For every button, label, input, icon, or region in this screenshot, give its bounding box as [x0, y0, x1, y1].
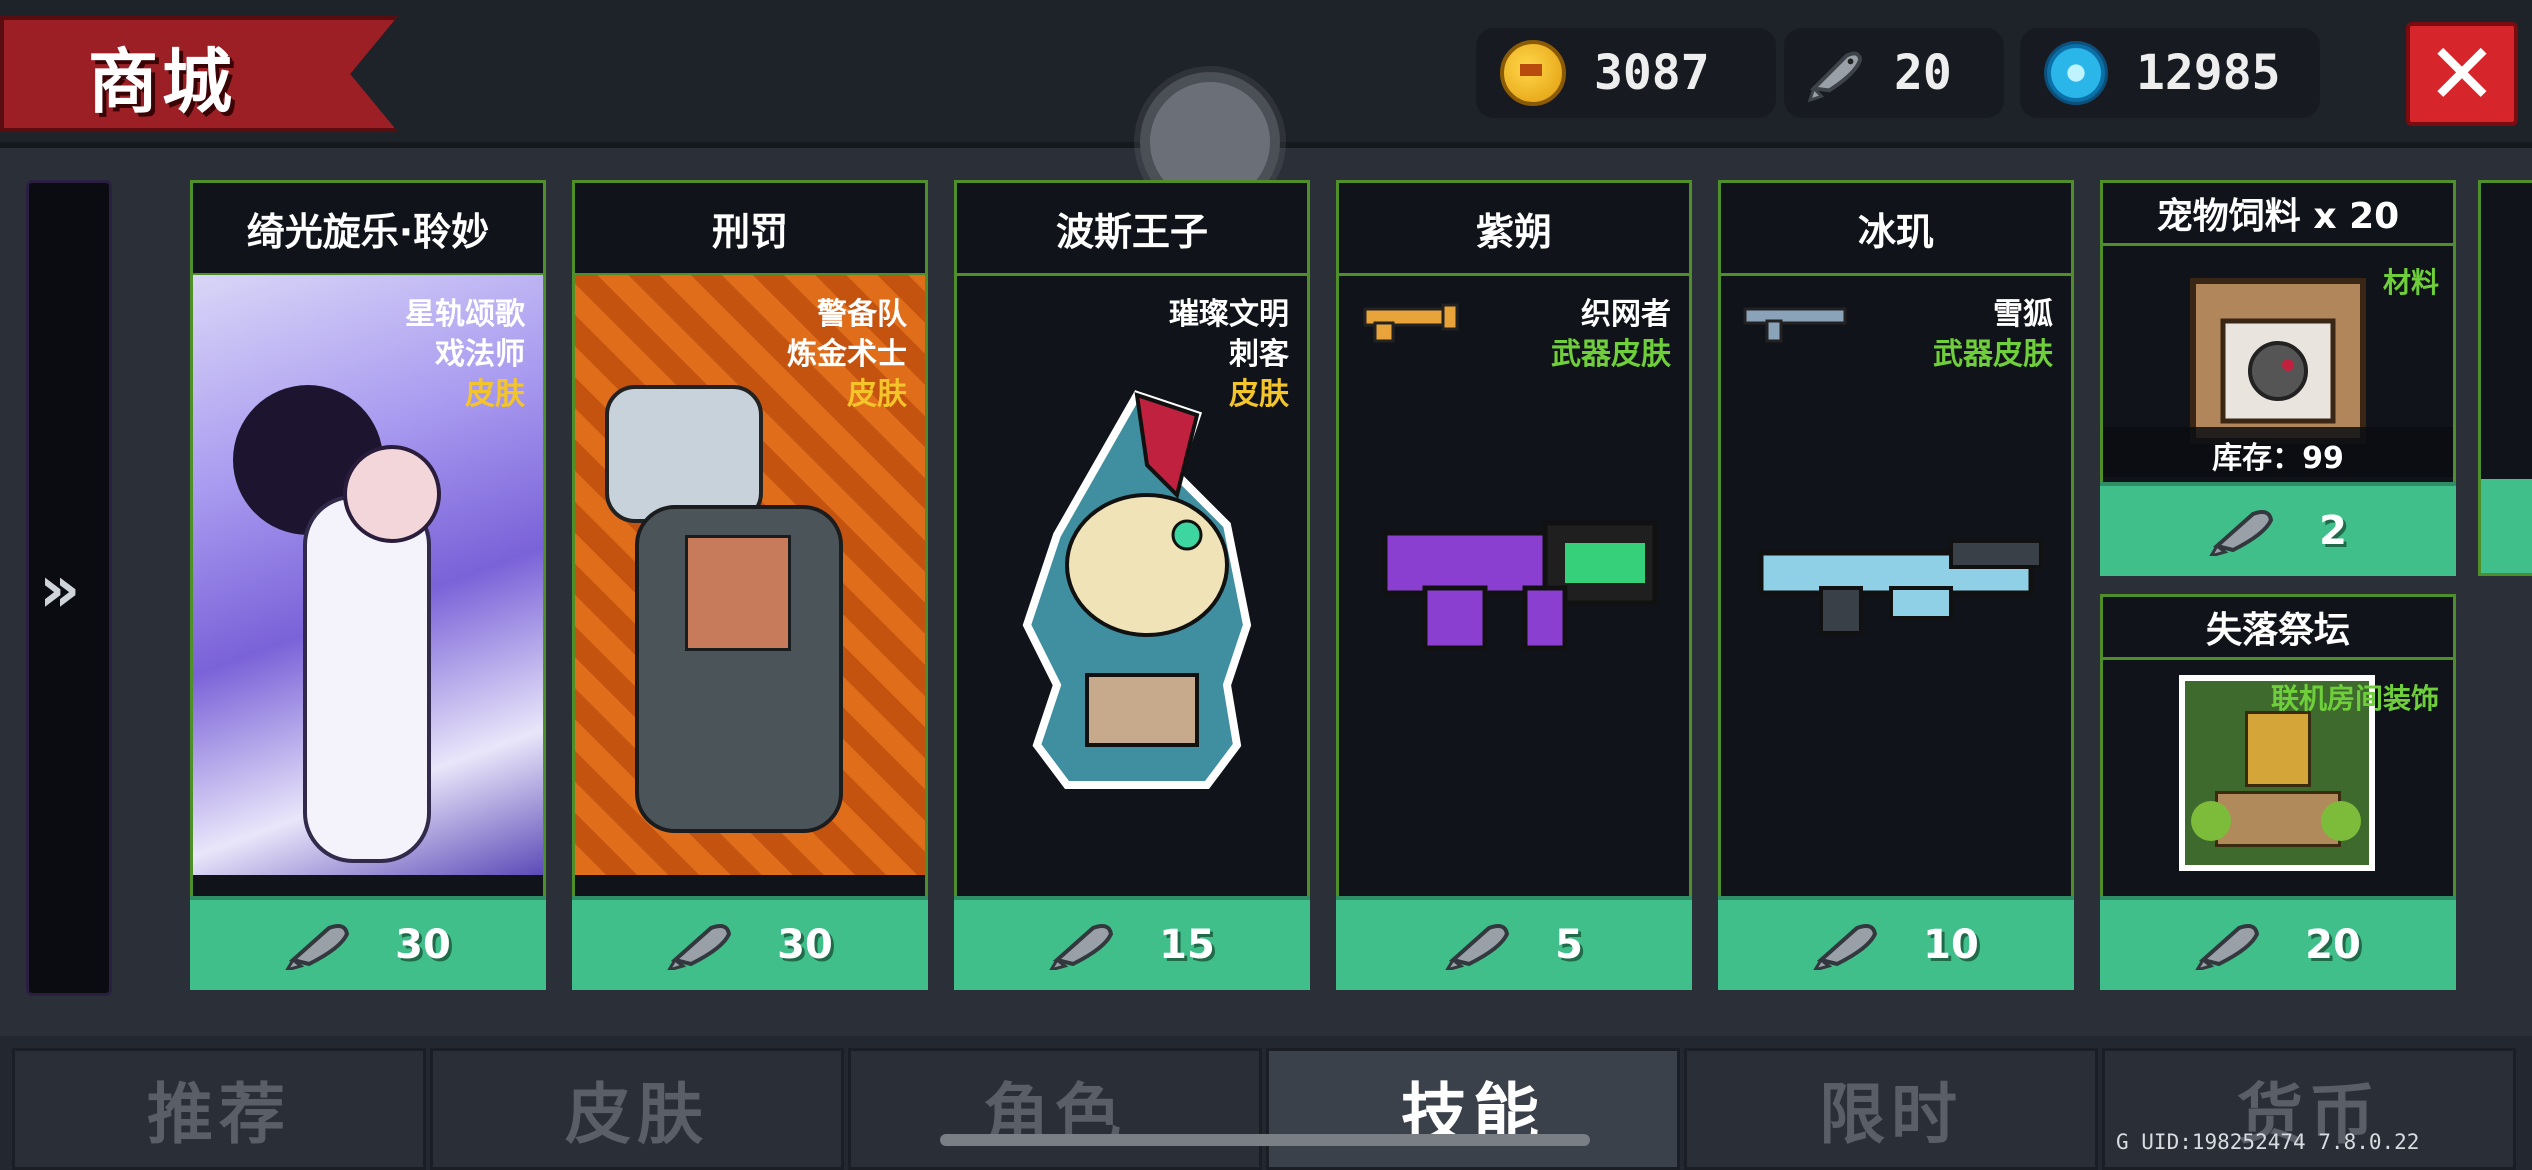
card-tag: 雪狐 [1993, 297, 2053, 332]
small-gun-icon [1743, 307, 1847, 343]
prince-sprite [1022, 390, 1252, 789]
gem-value: 12985 [2136, 45, 2281, 101]
price-button[interactable]: 30 [190, 896, 546, 990]
price-button[interactable]: 10 [1718, 896, 2074, 990]
gold-value: 3087 [1594, 45, 1710, 101]
price-value: 2 [2319, 508, 2347, 554]
close-button[interactable]: ✕ [2406, 22, 2518, 126]
fish-icon [2209, 510, 2274, 556]
fish-icon [2195, 924, 2260, 970]
shop-card-small[interactable]: 失落祭坛 联机房间装饰 20 [2100, 594, 2456, 990]
price-button[interactable]: 20 [2100, 896, 2456, 990]
scroll-left-rail[interactable]: » [26, 180, 112, 996]
card-title: 宠物饲料 x 20 [2103, 183, 2453, 246]
fish-icon [1049, 924, 1114, 970]
fish-currency: 20 [1784, 28, 2004, 118]
card-tags: 星轨颂歌 戏法师 皮肤 [405, 295, 525, 415]
shop-card[interactable]: 波斯王子 璀璨文明 刺客 皮肤 15 [954, 180, 1310, 990]
double-chevron-icon: » [39, 553, 81, 627]
card-type: 皮肤 [465, 377, 525, 412]
card-type: 材料 [2382, 266, 2439, 299]
price-value: 5 [1555, 922, 1583, 968]
shop-card[interactable]: 刑罚 警备队 炼金术士 皮肤 30 [572, 180, 928, 990]
card-title: 冰玑 [1721, 183, 2071, 276]
stock-label: 库存：99 [2212, 441, 2344, 476]
price-button[interactable]: 2 [2100, 482, 2456, 576]
card-tag: 星轨颂歌 [405, 297, 525, 332]
price-value: 15 [1159, 922, 1215, 968]
gold-currency: 3087 [1476, 28, 1776, 118]
fish-icon [667, 924, 732, 970]
card-type: 联机房间装饰 [2270, 682, 2439, 715]
ice-gun-sprite [1758, 539, 2043, 635]
card-tags: 织网者 武器皮肤 [1551, 295, 1671, 375]
shop-card[interactable]: 冰玑 雪狐 武器皮肤 10 [1718, 180, 2074, 990]
fish-value: 20 [1894, 45, 1952, 101]
card-type: 皮肤 [1229, 377, 1289, 412]
gem-currency: 12985 [2020, 28, 2320, 118]
purple-gun-sprite [1382, 520, 1658, 651]
card-tag: 织网者 [1581, 297, 1671, 332]
tab-skins[interactable]: 皮肤 [430, 1048, 844, 1170]
fish-icon [1445, 924, 1510, 970]
page-title: 商城 [88, 41, 236, 123]
blue-gem-icon [2044, 41, 2108, 105]
small-gun-icon [1363, 303, 1459, 343]
card-tag: 戏法师 [435, 337, 525, 372]
fish-icon [1808, 51, 1863, 102]
pet-food-bag-icon [2190, 278, 2366, 444]
fish-icon [1813, 924, 1878, 970]
card-title: 刑罚 [575, 183, 925, 276]
shop-card[interactable]: 绮光旋乐·聆妙 星轨颂歌 戏法师 皮肤 30 [190, 180, 546, 990]
card-type: 皮肤 [847, 377, 907, 412]
tab-characters[interactable]: 角色 [848, 1048, 1262, 1170]
card-tag: 警备队 [817, 297, 907, 332]
card-title: 紫朔 [1339, 183, 1689, 276]
tab-recommended[interactable]: 推荐 [12, 1048, 426, 1170]
price-button[interactable]: 30 [572, 896, 928, 990]
fish-icon [285, 924, 350, 970]
price-button[interactable]: 5 [1336, 896, 1692, 990]
card-title: 失落祭坛 [2103, 597, 2453, 660]
card-tags: 雪狐 武器皮肤 [1933, 295, 2053, 375]
next-card-peek[interactable] [2478, 180, 2532, 576]
card-type: 武器皮肤 [1933, 337, 2053, 372]
card-type: 武器皮肤 [1551, 337, 1671, 372]
card-tag: 炼金术士 [787, 337, 907, 372]
price-value: 30 [777, 922, 833, 968]
card-tag: 璀璨文明 [1169, 297, 1289, 332]
home-indicator[interactable] [940, 1134, 1590, 1146]
gold-coin-icon [1500, 40, 1566, 106]
price-value: 20 [2305, 922, 2361, 968]
price-value: 30 [395, 922, 451, 968]
card-tags: 警备队 炼金术士 皮肤 [787, 295, 907, 415]
card-title: 波斯王子 [957, 183, 1307, 276]
card-tag: 刺客 [1229, 337, 1289, 372]
card-title: 绮光旋乐·聆妙 [193, 183, 543, 276]
shop-card[interactable]: 紫朔 织网者 武器皮肤 5 [1336, 180, 1692, 990]
card-tags: 璀璨文明 刺客 皮肤 [1169, 295, 1289, 415]
uid-label: G UID:198252474 7.8.0.22 [2116, 1130, 2420, 1154]
tab-skills[interactable]: 技能 [1266, 1048, 1680, 1170]
price-button[interactable]: 15 [954, 896, 1310, 990]
tab-limited[interactable]: 限时 [1684, 1048, 2098, 1170]
shop-card-small[interactable]: 宠物饲料 x 20 材料 库存：99 2 [2100, 180, 2456, 576]
price-value: 10 [1923, 922, 1979, 968]
